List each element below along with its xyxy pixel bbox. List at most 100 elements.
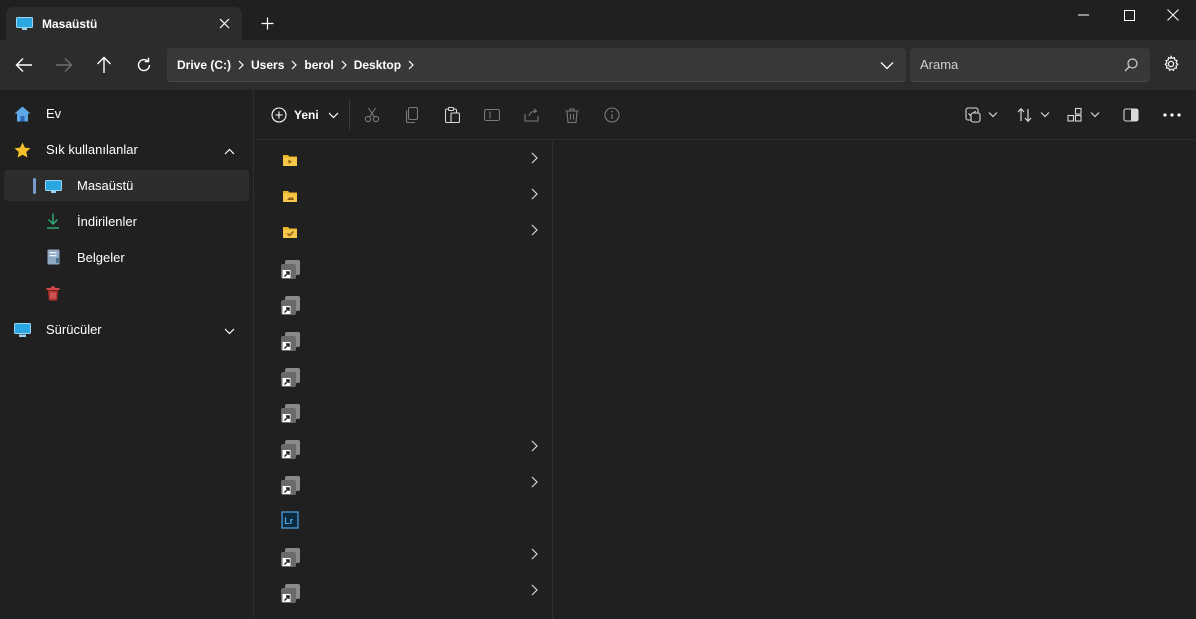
breadcrumb-drive[interactable]: Drive (C:) [177,58,231,72]
list-item[interactable] [255,321,553,357]
search-icon[interactable] [1124,58,1138,75]
chevron-right-icon[interactable] [531,152,538,167]
sidebar-item-documents[interactable]: Belgeler [4,242,249,273]
sidebar-item-downloads[interactable]: İndirilenler [4,206,249,237]
computer-icon [13,321,31,339]
select-icon[interactable] [965,105,1001,125]
toolbar-divider [349,100,350,130]
sidebar-item-label: Sürücüler [46,322,102,337]
refresh-icon[interactable] [132,53,156,77]
file-column: Lr [255,141,553,619]
lightroom-badge: Lr [284,516,293,526]
tab-title: Masaüstü [42,16,98,31]
shortcut-icon [280,294,300,315]
list-item[interactable] [255,393,553,429]
delete-icon[interactable] [562,105,582,125]
chevron-down-icon[interactable] [224,323,235,338]
sidebar-item-favorites[interactable]: Sık kullanılanlar [4,134,249,165]
paste-icon[interactable] [442,105,462,125]
breadcrumb-user[interactable]: berol [304,58,333,72]
copy-icon[interactable] [402,105,422,125]
desktop-icon [44,177,62,195]
list-item[interactable] [255,573,553,609]
chevron-right-icon[interactable] [531,224,538,239]
list-item[interactable] [255,249,553,285]
sidebar-item-label: İndirilenler [77,214,137,229]
sidebar: Ev Sık kullanılanlar Masaüstü İndirilenl… [0,90,254,619]
chevron-up-icon[interactable] [224,143,235,158]
new-button[interactable]: Yeni [271,104,339,126]
chevron-right-icon[interactable] [531,476,538,491]
chevron-down-icon [328,112,339,119]
close-icon[interactable] [216,15,232,31]
folder-image-icon [280,186,300,206]
command-bar: Yeni [255,90,1196,140]
title-bar: Masaüstü [0,0,1196,40]
list-item[interactable] [255,177,553,213]
chevron-right-icon[interactable] [341,60,347,70]
chevron-right-icon[interactable] [531,188,538,203]
breadcrumb[interactable]: Drive (C:) Users berol Desktop [167,48,906,82]
search-input[interactable]: Arama [910,48,1150,82]
share-icon[interactable] [522,105,542,125]
list-item[interactable] [255,429,553,465]
desktop-icon [16,17,33,30]
more-icon[interactable] [1162,105,1182,125]
tab-masaustu[interactable]: Masaüstü [6,7,242,40]
chevron-right-icon[interactable] [531,548,538,563]
preview-column [554,141,1196,619]
view-icon[interactable] [1067,105,1103,125]
maximize-icon[interactable] [1106,0,1152,30]
list-item[interactable]: Lr [255,501,553,537]
shortcut-icon [280,546,300,567]
folder-check-icon [280,222,300,242]
info-icon[interactable] [602,105,622,125]
breadcrumb-desktop[interactable]: Desktop [354,58,401,72]
shortcut-icon [280,474,300,495]
sidebar-item-label: Ev [46,106,62,121]
shortcut-icon [280,438,300,459]
list-item[interactable] [255,357,553,393]
chevron-right-icon[interactable] [531,584,538,599]
details-pane-icon[interactable] [1121,105,1141,125]
address-row: Drive (C:) Users berol Desktop Arama [0,40,1196,90]
list-item[interactable] [255,141,553,177]
document-icon [44,248,62,266]
plus-icon[interactable] [258,14,276,32]
home-icon [13,105,31,123]
sidebar-item-recycle-bin[interactable] [4,278,249,309]
chevron-down-icon[interactable] [880,58,894,73]
shortcut-icon [280,330,300,351]
sidebar-item-label: Masaüstü [77,178,134,193]
shortcut-icon [280,402,300,423]
up-arrow-icon[interactable] [92,53,116,77]
minimize-icon[interactable] [1060,0,1106,30]
search-placeholder: Arama [920,57,959,72]
list-item[interactable] [255,213,553,249]
sidebar-item-label: Sık kullanılanlar [46,142,138,157]
rename-icon[interactable] [482,105,502,125]
gear-icon[interactable] [1162,55,1180,76]
download-icon [44,212,62,230]
chevron-right-icon[interactable] [238,60,244,70]
list-item[interactable] [255,285,553,321]
sort-icon[interactable] [1017,105,1053,125]
sidebar-item-label: Belgeler [77,250,125,265]
star-icon [13,141,31,159]
breadcrumb-users[interactable]: Users [251,58,284,72]
folder-media-icon [280,150,300,170]
shortcut-icon [280,258,300,279]
sidebar-item-drives[interactable]: Sürücüler [4,314,249,345]
back-arrow-icon[interactable] [12,53,36,77]
list-item[interactable] [255,537,553,573]
list-item[interactable] [255,465,553,501]
window-close-icon[interactable] [1150,0,1196,30]
chevron-right-icon[interactable] [291,60,298,70]
sidebar-item-home[interactable]: Ev [4,98,249,129]
chevron-right-icon[interactable] [408,60,414,70]
shortcut-icon [280,366,300,387]
forward-arrow-icon[interactable] [52,53,76,77]
cut-icon[interactable] [362,105,382,125]
chevron-right-icon[interactable] [531,440,538,455]
sidebar-item-desktop[interactable]: Masaüstü [4,170,249,201]
